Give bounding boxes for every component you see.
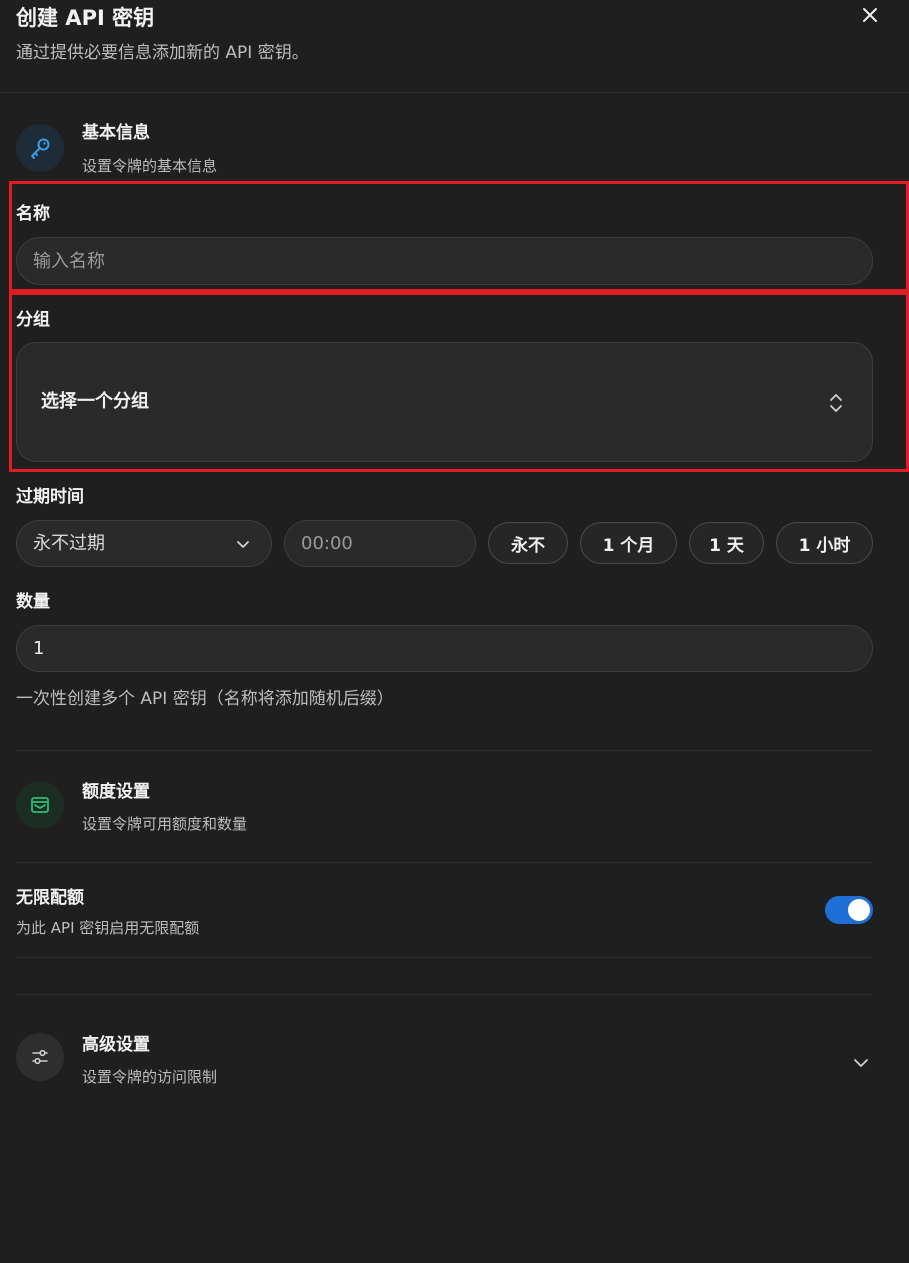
wallet-icon <box>31 797 49 813</box>
key-icon <box>31 138 50 159</box>
expire-1-month-button[interactable]: 1 个月 <box>580 522 677 564</box>
expiration-time-input[interactable] <box>284 520 476 567</box>
group-select-placeholder: 选择一个分组 <box>41 391 149 412</box>
expire-1-day-button[interactable]: 1 天 <box>689 522 764 564</box>
dialog-header: 创建 API 密钥 通过提供必要信息添加新的 API 密钥。 <box>0 0 909 93</box>
expiration-select[interactable]: 永不过期 <box>16 520 272 567</box>
expire-never-button[interactable]: 永不 <box>488 522 568 564</box>
unlimited-quota-title: 无限配额 <box>16 888 84 908</box>
close-button[interactable] <box>857 2 883 28</box>
unlimited-quota-toggle[interactable] <box>825 896 873 924</box>
expiration-selected-value: 永不过期 <box>33 532 105 554</box>
sliders-icon <box>32 1049 48 1065</box>
close-icon <box>863 8 877 22</box>
dialog-title: 创建 API 密钥 <box>16 6 155 30</box>
section-divider <box>16 862 872 863</box>
expire-1-hour-button[interactable]: 1 小时 <box>776 522 873 564</box>
toggle-knob <box>848 899 870 921</box>
quantity-input[interactable] <box>16 625 873 672</box>
basic-info-description: 设置令牌的基本信息 <box>82 157 218 175</box>
chevron-up-down-icon <box>830 394 842 412</box>
create-api-key-dialog: 创建 API 密钥 通过提供必要信息添加新的 API 密钥。 基本信息 设置令牌… <box>0 0 909 1263</box>
chevron-down-icon <box>237 541 249 548</box>
basic-info-icon-badge <box>16 124 64 172</box>
dialog-subtitle: 通过提供必要信息添加新的 API 密钥。 <box>16 43 309 63</box>
section-divider <box>16 750 872 751</box>
basic-info-title: 基本信息 <box>82 123 150 143</box>
advanced-icon-badge <box>16 1033 64 1081</box>
name-input[interactable] <box>16 237 873 285</box>
quantity-hint: 一次性创建多个 API 密钥（名称将添加随机后缀） <box>16 689 394 709</box>
group-label: 分组 <box>16 310 50 330</box>
name-label: 名称 <box>16 204 50 224</box>
section-divider <box>16 957 872 958</box>
advanced-settings-description: 设置令牌的访问限制 <box>82 1068 218 1086</box>
expiration-label: 过期时间 <box>16 487 84 507</box>
quota-section-description: 设置令牌可用额度和数量 <box>82 815 248 833</box>
advanced-settings-header[interactable]: 高级设置 设置令牌的访问限制 <box>16 1025 873 1095</box>
unlimited-quota-description: 为此 API 密钥启用无限配额 <box>16 919 200 937</box>
quota-section-title: 额度设置 <box>82 782 150 802</box>
chevron-down-icon <box>854 1059 868 1067</box>
advanced-settings-title: 高级设置 <box>82 1035 150 1055</box>
section-divider <box>16 994 872 995</box>
quota-icon-badge <box>16 781 64 829</box>
group-select[interactable]: 选择一个分组 <box>16 342 873 462</box>
quantity-label: 数量 <box>16 592 50 612</box>
